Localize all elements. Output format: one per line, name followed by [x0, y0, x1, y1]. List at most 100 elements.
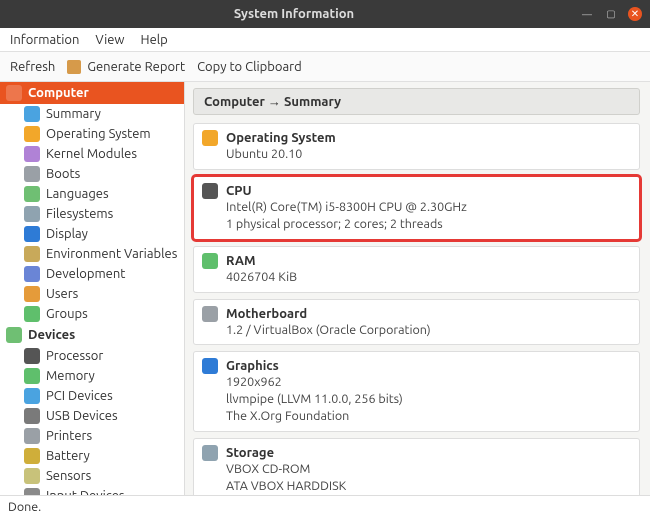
- sidebar-item-label: Memory: [46, 369, 95, 383]
- toolbar: Refresh Generate Report Copy to Clipboar…: [0, 52, 650, 82]
- sidebar-item-summary[interactable]: Summary: [0, 104, 184, 124]
- sidebar-item-battery[interactable]: Battery: [0, 446, 184, 466]
- sidebar-item-environment-variables[interactable]: Environment Variables: [0, 244, 184, 264]
- sidebar-item-users[interactable]: Users: [0, 284, 184, 304]
- sidebar-item-label: Users: [46, 287, 78, 301]
- card-title: Motherboard: [226, 307, 307, 321]
- card-storage[interactable]: StorageVBOX CD-ROMATA VBOX HARDDISK: [193, 438, 640, 495]
- menu-help[interactable]: Help: [141, 33, 168, 47]
- card-line: 4026704 KiB: [226, 269, 631, 286]
- maximize-button[interactable]: ▢: [604, 7, 618, 21]
- sidebar[interactable]: Computer Summary Operating SystemKernel Mo…: [0, 82, 185, 495]
- card-body: 4026704 KiB: [202, 269, 631, 286]
- sidebar-group-devices[interactable]: Devices: [0, 324, 184, 346]
- sidebar-item-label: Printers: [46, 429, 92, 443]
- card-header: Motherboard: [202, 306, 631, 322]
- card-motherboard[interactable]: Motherboard1.2 / VirtualBox (Oracle Corp…: [193, 299, 640, 346]
- computer-icon: [6, 327, 22, 343]
- card-line: llvmpipe (LLVM 11.0.0, 256 bits): [226, 391, 631, 408]
- card-title: CPU: [226, 184, 252, 198]
- sidebar-item-label: Development: [46, 267, 125, 281]
- info-icon: [24, 106, 40, 122]
- groups-icon: [24, 306, 40, 322]
- card-body: 1920x962llvmpipe (LLVM 11.0.0, 256 bits)…: [202, 374, 631, 425]
- card-body: VBOX CD-ROMATA VBOX HARDDISK: [202, 461, 631, 495]
- users-icon: [24, 286, 40, 302]
- minimize-button[interactable]: —: [580, 7, 594, 21]
- card-cpu[interactable]: CPUIntel(R) Core(TM) i5-8300H CPU @ 2.30…: [193, 176, 640, 240]
- sidebar-item-label: Input Devices: [46, 489, 125, 495]
- sidebar-group-label: Computer: [28, 86, 89, 100]
- card-header: Storage: [202, 445, 631, 461]
- sidebar-item-usb-devices[interactable]: USB Devices: [0, 406, 184, 426]
- sidebar-item-memory[interactable]: Memory: [0, 366, 184, 386]
- sidebar-item-operating-system[interactable]: Operating System: [0, 124, 184, 144]
- menu-information[interactable]: Information: [10, 33, 79, 47]
- disk-icon: [24, 206, 40, 222]
- computer-icon: [6, 85, 22, 101]
- card-title: Operating System: [226, 131, 336, 145]
- sidebar-item-groups[interactable]: Groups: [0, 304, 184, 324]
- card-ram[interactable]: RAM4026704 KiB: [193, 246, 640, 293]
- card-graphics[interactable]: Graphics1920x962llvmpipe (LLVM 11.0.0, 2…: [193, 351, 640, 432]
- card-operating-system[interactable]: Operating SystemUbuntu 20.10: [193, 123, 640, 170]
- sidebar-item-languages[interactable]: Languages: [0, 184, 184, 204]
- env-icon: [24, 246, 40, 262]
- report-icon: [67, 60, 81, 74]
- input-icon: [24, 488, 40, 495]
- sidebar-item-label: PCI Devices: [46, 389, 113, 403]
- card-line: The X.Org Foundation: [226, 408, 631, 425]
- usb-icon: [24, 408, 40, 424]
- display-icon: [24, 226, 40, 242]
- card-body: Ubuntu 20.10: [202, 146, 631, 163]
- printer-icon: [24, 428, 40, 444]
- card-title: Storage: [226, 446, 274, 460]
- cpu-icon: [202, 183, 218, 199]
- sidebar-item-label: Sensors: [46, 469, 91, 483]
- window-title: System Information: [8, 7, 580, 21]
- sidebar-item-filesystems[interactable]: Filesystems: [0, 204, 184, 224]
- sidebar-item-label: Battery: [46, 449, 90, 463]
- card-body: Intel(R) Core(TM) i5-8300H CPU @ 2.30GHz…: [202, 199, 631, 233]
- globe-icon: [24, 186, 40, 202]
- generate-report-button[interactable]: Generate Report: [67, 60, 185, 74]
- copy-clipboard-button[interactable]: Copy to Clipboard: [197, 60, 302, 74]
- sidebar-item-display[interactable]: Display: [0, 224, 184, 244]
- titlebar: System Information — ▢ ✕: [0, 0, 650, 28]
- sidebar-item-processor[interactable]: Processor: [0, 346, 184, 366]
- breadcrumb: Computer → Summary: [193, 88, 640, 115]
- sidebar-item-label: Summary: [46, 107, 101, 121]
- card-line: Intel(R) Core(TM) i5-8300H CPU @ 2.30GHz: [226, 199, 631, 216]
- gear-icon: [24, 126, 40, 142]
- menu-view[interactable]: View: [95, 33, 124, 47]
- card-line: ATA VBOX HARDDISK: [226, 478, 631, 495]
- cpu-icon: [24, 348, 40, 364]
- sidebar-item-label: USB Devices: [46, 409, 118, 423]
- card-line: 1 physical processor; 2 cores; 2 threads: [226, 216, 631, 233]
- sidebar-item-kernel-modules[interactable]: Kernel Modules: [0, 144, 184, 164]
- sidebar-item-sensors[interactable]: Sensors: [0, 466, 184, 486]
- disk-icon: [202, 445, 218, 461]
- battery-icon: [24, 448, 40, 464]
- sidebar-item-boots[interactable]: Boots: [0, 164, 184, 184]
- sidebar-item-pci-devices[interactable]: PCI Devices: [0, 386, 184, 406]
- sidebar-item-development[interactable]: Development: [0, 264, 184, 284]
- display-icon: [202, 358, 218, 374]
- sidebar-group-computer[interactable]: Computer: [0, 82, 184, 104]
- content-pane[interactable]: Computer → Summary Operating SystemUbunt…: [185, 82, 650, 495]
- card-line: 1920x962: [226, 374, 631, 391]
- pci-icon: [24, 388, 40, 404]
- sidebar-item-input-devices[interactable]: Input Devices: [0, 486, 184, 495]
- statusbar: Done.: [0, 495, 650, 517]
- card-line: VBOX CD-ROM: [226, 461, 631, 478]
- card-header: RAM: [202, 253, 631, 269]
- menubar: Information View Help: [0, 28, 650, 52]
- status-text: Done.: [8, 500, 41, 514]
- close-button[interactable]: ✕: [628, 7, 642, 21]
- dev-icon: [24, 266, 40, 282]
- sidebar-item-printers[interactable]: Printers: [0, 426, 184, 446]
- card-title: Graphics: [226, 359, 279, 373]
- boot-icon: [24, 166, 40, 182]
- module-icon: [24, 146, 40, 162]
- refresh-button[interactable]: Refresh: [10, 60, 55, 74]
